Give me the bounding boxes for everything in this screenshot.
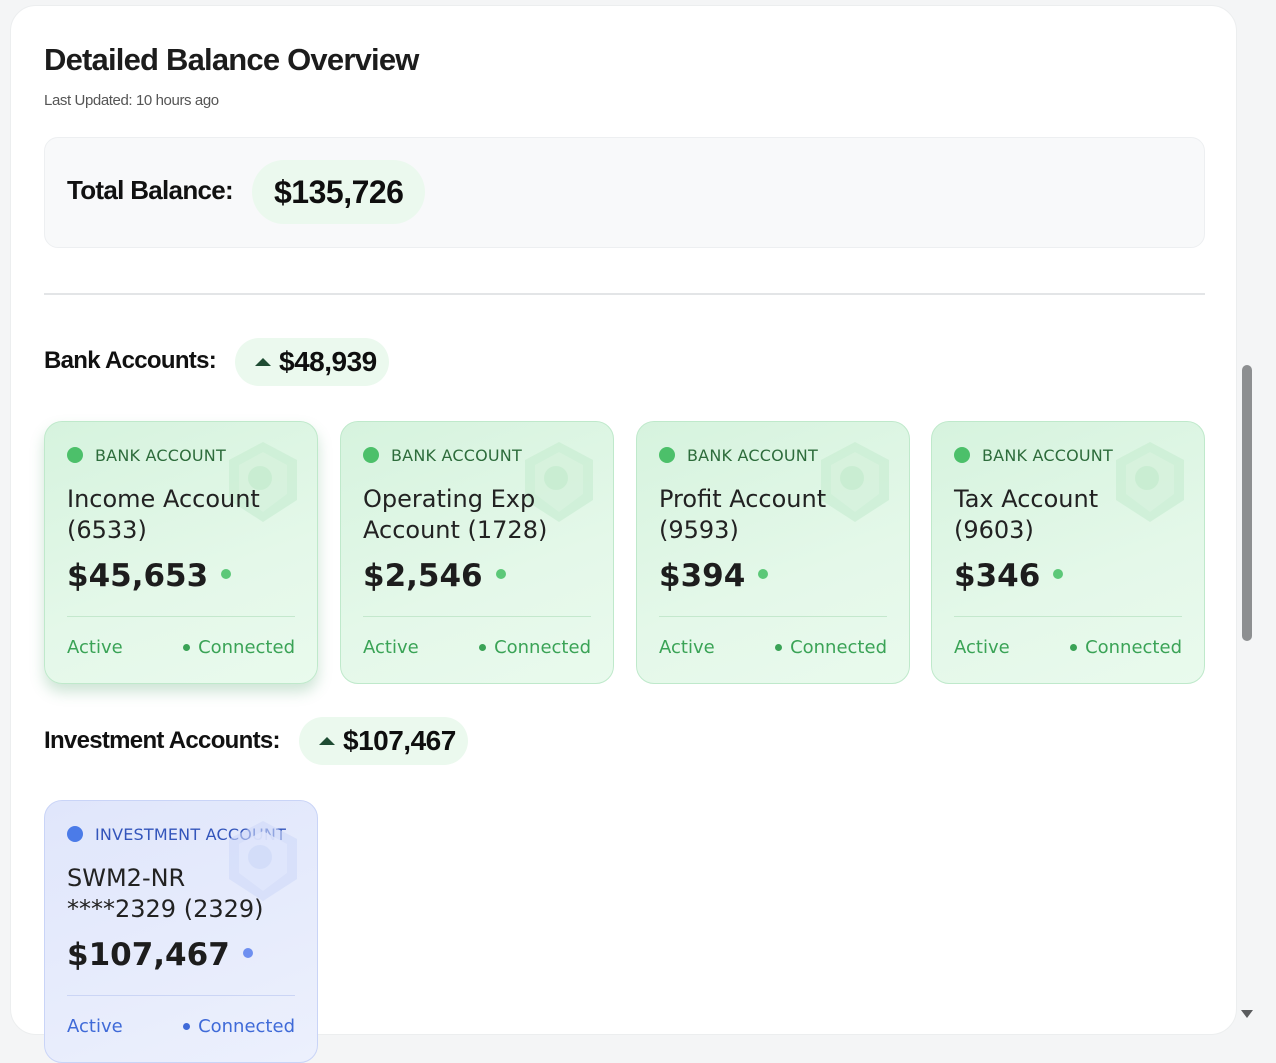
connected-dot	[479, 644, 487, 651]
total-balance-label: Total Balance:	[67, 175, 234, 205]
card-divider	[363, 616, 591, 617]
investment-accounts-label: Investment Accounts:	[44, 727, 281, 754]
account-amount: $394	[659, 558, 746, 594]
scroll-down-arrow-icon[interactable]	[1241, 1010, 1253, 1018]
account-status: Active	[363, 637, 419, 658]
connection-label: Connected	[198, 637, 295, 658]
connected-dot	[183, 1023, 191, 1030]
caret-up-icon	[255, 358, 271, 366]
account-type-label: BANK ACCOUNT	[391, 446, 522, 465]
investment-account-card[interactable]: INVESTMENT ACCOUNT SWM2-NR ****2329 (232…	[44, 800, 318, 1063]
account-status: Active	[954, 637, 1010, 658]
card-divider	[67, 616, 295, 617]
investment-accounts-total-pill: $107,467	[299, 717, 468, 765]
balance-overview-panel: Detailed Balance Overview Last Updated: …	[10, 5, 1237, 1063]
account-status: Active	[659, 637, 715, 658]
account-balance: $394	[659, 558, 769, 594]
account-name: Tax Account (9603)	[954, 485, 1099, 544]
bank-account-card[interactable]: BANK ACCOUNT Tax Account (9603) $346 Act…	[931, 421, 1205, 684]
account-status: Active	[67, 637, 123, 658]
connection-label: Connected	[1085, 637, 1182, 658]
bank-account-card[interactable]: BANK ACCOUNT Operating Exp Account (1728…	[340, 421, 614, 684]
balance-dot	[495, 569, 506, 579]
account-name: Income Account (6533)	[67, 485, 260, 544]
account-type-label: BANK ACCOUNT	[982, 446, 1113, 465]
status-dot	[363, 447, 379, 463]
connection-status: Connected	[479, 637, 591, 658]
status-dot	[67, 447, 83, 463]
connection-label: Connected	[790, 637, 887, 658]
bank-accounts-total: $48,939	[279, 346, 377, 377]
connection-status: Connected	[183, 1016, 295, 1037]
account-balance: $107,467	[67, 937, 253, 973]
connection-label: Connected	[494, 637, 591, 658]
bank-account-card[interactable]: BANK ACCOUNT Profit Account (9593) $394 …	[636, 421, 910, 684]
caret-up-icon	[319, 737, 335, 745]
status-dot	[954, 447, 970, 463]
account-status: Active	[67, 1016, 123, 1037]
balance-dot	[1053, 569, 1064, 579]
total-balance-box: Total Balance: $135,726	[44, 137, 1205, 248]
account-name: SWM2-NR ****2329 (2329)	[67, 864, 264, 923]
account-type-label: BANK ACCOUNT	[687, 446, 818, 465]
account-amount: $107,467	[67, 937, 230, 973]
account-amount: $346	[954, 558, 1041, 594]
connected-dot	[775, 644, 783, 651]
card-divider	[659, 616, 887, 617]
connection-status: Connected	[1070, 637, 1182, 658]
card-divider	[67, 995, 295, 996]
connection-status: Connected	[775, 637, 887, 658]
scrollbar-thumb[interactable]	[1242, 365, 1252, 641]
account-balance: $2,546	[363, 558, 506, 594]
balance-dot	[221, 569, 232, 579]
page-title: Detailed Balance Overview	[44, 42, 419, 77]
connected-dot	[1070, 644, 1078, 651]
investment-accounts-total: $107,467	[343, 725, 456, 756]
balance-dot	[242, 948, 253, 958]
account-balance: $346	[954, 558, 1064, 594]
connection-status: Connected	[183, 637, 295, 658]
bank-accounts-total-pill: $48,939	[235, 338, 389, 386]
account-amount: $45,653	[67, 558, 209, 594]
status-dot	[67, 826, 83, 842]
account-amount: $2,546	[363, 558, 483, 594]
account-balance: $45,653	[67, 558, 232, 594]
total-balance-value: $135,726	[252, 160, 426, 224]
connection-label: Connected	[198, 1016, 295, 1037]
status-dot	[659, 447, 675, 463]
account-name: Profit Account (9593)	[659, 485, 827, 544]
account-type-label: BANK ACCOUNT	[95, 446, 226, 465]
bank-account-card[interactable]: BANK ACCOUNT Income Account (6533) $45,6…	[44, 421, 318, 684]
balance-dot	[758, 569, 769, 579]
section-divider	[44, 293, 1205, 295]
account-name: Operating Exp Account (1728)	[363, 485, 548, 544]
connected-dot	[183, 644, 191, 651]
last-updated-text: Last Updated: 10 hours ago	[44, 92, 219, 109]
card-divider	[954, 616, 1182, 617]
bank-accounts-label: Bank Accounts:	[44, 347, 217, 374]
